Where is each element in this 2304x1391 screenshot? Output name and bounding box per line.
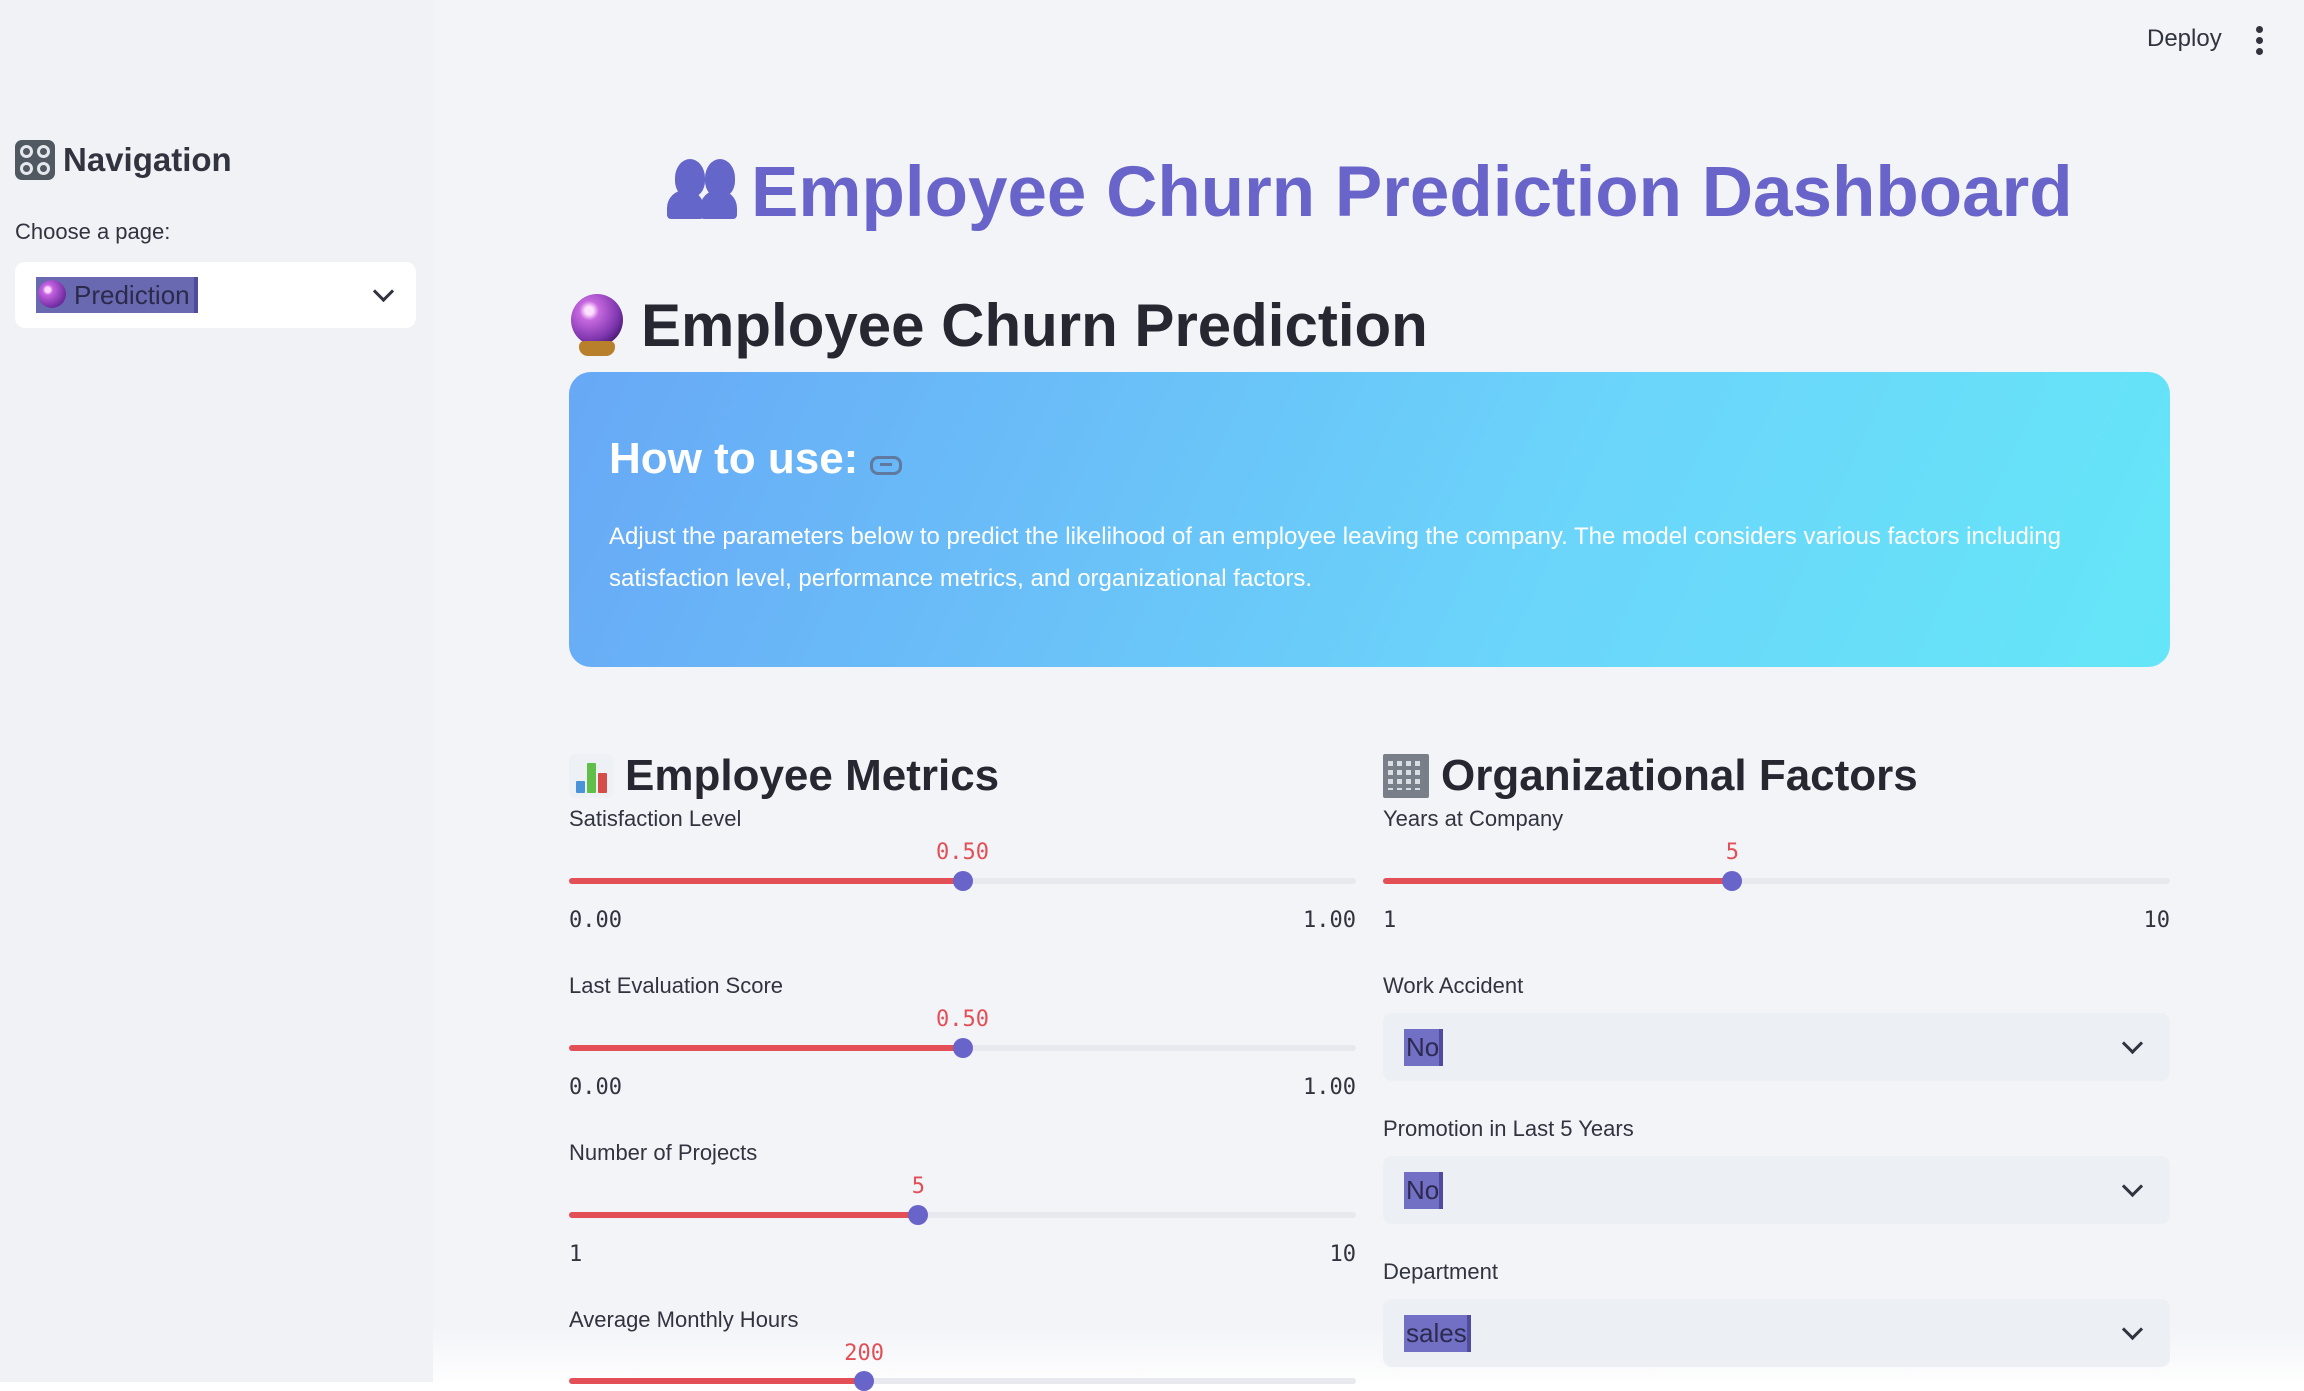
years-at-company-max: 10 xyxy=(2143,908,2171,933)
last-evaluation-min: 0.00 xyxy=(569,1075,622,1100)
deploy-button[interactable]: Deploy xyxy=(2147,25,2222,53)
chevron-down-icon xyxy=(2121,1318,2144,1341)
page-select-label: Choose a page: xyxy=(15,219,171,244)
promotion-label: Promotion in Last 5 Years xyxy=(1383,1116,1634,1141)
page-select-text: Prediction xyxy=(74,280,190,310)
page-title: Employee Churn Prediction xyxy=(569,291,1428,360)
page-title-text: Employee Churn Prediction xyxy=(641,291,1428,359)
number-of-projects-value: 5 xyxy=(911,1174,926,1199)
app-title-text: Employee Churn Prediction Dashboard xyxy=(751,152,2073,232)
slider-fill xyxy=(569,1212,919,1218)
organizational-factors-title-text: Organizational Factors xyxy=(1441,750,1918,800)
average-monthly-hours-label: Average Monthly Hours xyxy=(569,1307,799,1332)
how-to-use-text: Adjust the parameters below to predict t… xyxy=(609,523,2061,592)
organizational-factors-title: Organizational Factors xyxy=(1383,751,1918,801)
control-knobs-icon xyxy=(15,140,55,180)
chevron-down-icon xyxy=(2121,1032,2144,1055)
satisfaction-level-value: 0.50 xyxy=(936,840,989,865)
number-of-projects-slider[interactable] xyxy=(569,1205,1356,1225)
slider-thumb[interactable] xyxy=(854,1371,875,1391)
work-accident-label: Work Accident xyxy=(1383,973,1524,998)
satisfaction-level-min: 0.00 xyxy=(569,908,622,933)
department-value: sales xyxy=(1404,1315,1471,1352)
number-of-projects-max: 10 xyxy=(1329,1242,1357,1267)
number-of-projects-min: 1 xyxy=(569,1242,583,1267)
chevron-down-icon xyxy=(2121,1175,2144,1198)
satisfaction-level-label: Satisfaction Level xyxy=(569,806,742,831)
menu-dots-icon[interactable] xyxy=(2255,26,2263,56)
average-monthly-hours-slider[interactable] xyxy=(569,1371,1356,1391)
slider-thumb[interactable] xyxy=(1722,871,1743,891)
last-evaluation-max: 1.00 xyxy=(1303,1075,1356,1100)
crystal-ball-icon xyxy=(38,280,66,308)
app-title: Employee Churn Prediction Dashboard xyxy=(667,151,2073,235)
how-to-use-title-text: How to use: xyxy=(609,434,859,483)
office-building-icon xyxy=(1383,753,1429,798)
sidebar: Navigation Choose a page: Prediction xyxy=(0,0,433,1382)
link-icon[interactable] xyxy=(870,455,903,475)
slider-fill xyxy=(1383,878,1733,884)
employee-metrics-title: Employee Metrics xyxy=(569,751,999,801)
years-at-company-label: Years at Company xyxy=(1383,806,1564,831)
page-select-value: Prediction xyxy=(36,277,198,313)
sidebar-title: Navigation xyxy=(15,140,232,180)
employee-metrics-title-text: Employee Metrics xyxy=(625,750,1000,800)
average-monthly-hours-value: 200 xyxy=(844,1341,884,1366)
work-accident-value: No xyxy=(1404,1029,1444,1066)
people-icon xyxy=(667,158,737,219)
slider-fill xyxy=(569,878,963,884)
years-at-company-slider[interactable] xyxy=(1383,871,2170,891)
page-select[interactable]: Prediction xyxy=(15,262,416,328)
last-evaluation-label: Last Evaluation Score xyxy=(569,973,784,998)
promotion-select[interactable]: No xyxy=(1383,1156,2170,1224)
department-label: Department xyxy=(1383,1259,1498,1284)
years-at-company-min: 1 xyxy=(1383,908,1397,933)
slider-thumb[interactable] xyxy=(952,871,973,891)
satisfaction-level-max: 1.00 xyxy=(1303,908,1356,933)
crystal-ball-icon xyxy=(569,294,625,357)
chevron-down-icon xyxy=(372,280,395,303)
last-evaluation-slider[interactable] xyxy=(569,1038,1356,1058)
satisfaction-level-slider[interactable] xyxy=(569,871,1356,891)
how-to-use-card: How to use: Adjust the parameters below … xyxy=(569,372,2170,667)
slider-thumb[interactable] xyxy=(908,1205,929,1225)
last-evaluation-value: 0.50 xyxy=(936,1007,989,1032)
slider-thumb[interactable] xyxy=(952,1038,973,1058)
promotion-value: No xyxy=(1404,1172,1444,1209)
work-accident-select[interactable]: No xyxy=(1383,1013,2170,1081)
sidebar-title-text: Navigation xyxy=(63,141,232,178)
years-at-company-value: 5 xyxy=(1725,840,1740,865)
slider-fill xyxy=(569,1378,865,1384)
department-select[interactable]: sales xyxy=(1383,1299,2170,1367)
slider-fill xyxy=(569,1045,963,1051)
how-to-use-title: How to use: xyxy=(609,434,903,484)
bar-chart-icon xyxy=(569,753,613,798)
number-of-projects-label: Number of Projects xyxy=(569,1140,758,1165)
